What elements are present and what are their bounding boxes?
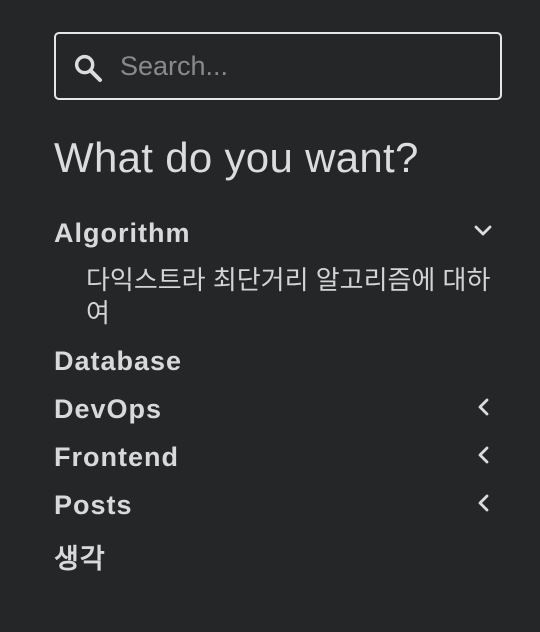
sidebar-panel: What do you want? Algorithm 다익스트라 최단거리 알… bbox=[0, 0, 540, 632]
search-input[interactable] bbox=[120, 46, 480, 86]
category-frontend[interactable]: Frontend bbox=[54, 442, 179, 473]
search-icon bbox=[74, 54, 102, 82]
category-thoughts[interactable]: 생각 bbox=[54, 537, 106, 576]
chevron-left-icon[interactable] bbox=[474, 397, 494, 417]
category-devops[interactable]: DevOps bbox=[54, 394, 162, 425]
post-link-dijkstra[interactable]: 다익스트라 최단거리 알고리즘에 대하여 bbox=[86, 264, 506, 330]
search-box[interactable] bbox=[54, 32, 502, 100]
chevron-left-icon[interactable] bbox=[474, 493, 494, 513]
category-algorithm[interactable]: Algorithm bbox=[54, 218, 191, 249]
chevron-left-icon[interactable] bbox=[474, 445, 494, 465]
page-title: What do you want? bbox=[54, 134, 419, 181]
chevron-down-icon[interactable] bbox=[473, 221, 493, 241]
category-posts[interactable]: Posts bbox=[54, 490, 133, 521]
category-database[interactable]: Database bbox=[54, 346, 182, 377]
